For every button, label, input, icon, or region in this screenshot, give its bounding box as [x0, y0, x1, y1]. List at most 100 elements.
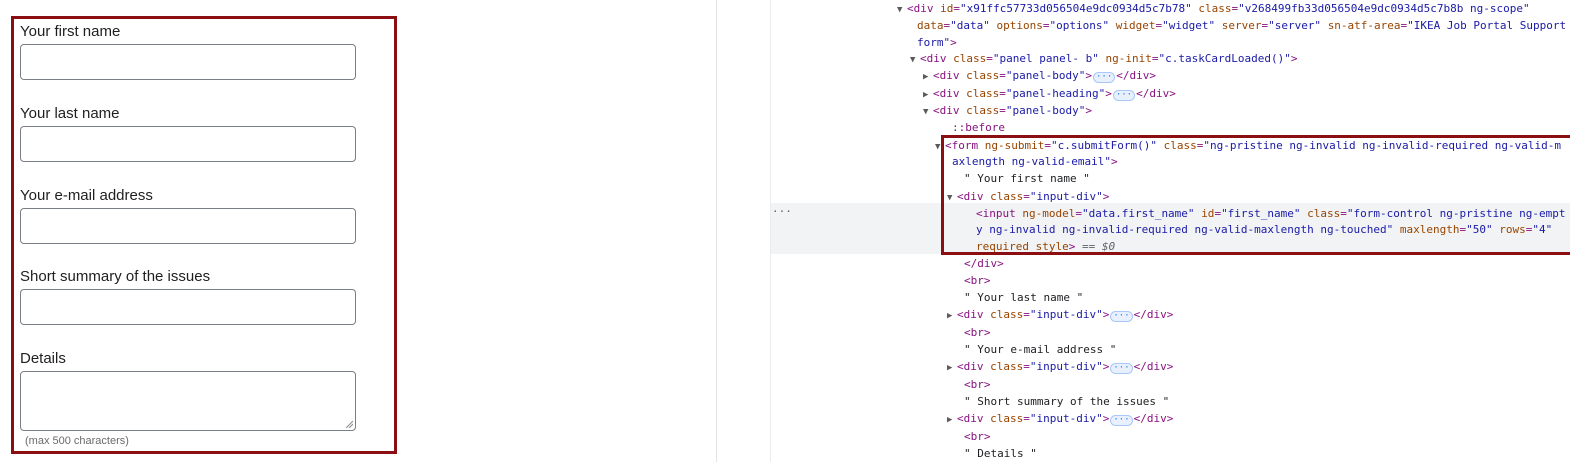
collapsed-ellipsis-icon[interactable]: ···	[1110, 415, 1133, 426]
dom-token: <div	[933, 104, 967, 117]
summary-label: Short summary of the issues	[20, 268, 211, 285]
dom-token: " Your last name "	[964, 291, 1084, 304]
dom-token: <br>	[964, 430, 991, 443]
dom-line[interactable]: <br>	[964, 272, 1570, 289]
dom-token: =	[999, 87, 1006, 100]
dom-token: sn-atf-area	[1327, 19, 1401, 32]
dom-token: =	[953, 2, 960, 15]
dom-token: >	[950, 36, 957, 49]
dom-token: " Your e-mail address "	[964, 343, 1117, 356]
dom-line[interactable]: ▼ <div id="x91ffc57733d056504e9dc0934d5c7…	[897, 0, 1570, 17]
dom-token: " Short summary of the issues "	[964, 395, 1170, 408]
dom-token: "panel-body"	[1005, 104, 1086, 117]
dom-line[interactable]: ▶ <div class="panel-heading"> ··· </div>	[923, 85, 1570, 102]
first-name-label: Your first name	[20, 23, 121, 40]
dom-token: >	[1102, 308, 1110, 321]
dom-line[interactable]: </div>	[964, 255, 1570, 272]
dom-token: </div>	[1136, 87, 1176, 100]
dom-line[interactable]: <br>	[964, 324, 1570, 341]
details-label: Details	[20, 350, 66, 367]
collapse-triangle-icon[interactable]: ▼	[923, 104, 933, 121]
expand-triangle-icon[interactable]: ▶	[947, 308, 957, 325]
last-name-input[interactable]	[20, 126, 356, 162]
dom-token: >	[1105, 87, 1112, 100]
resize-grip-icon[interactable]	[345, 420, 353, 428]
dom-line[interactable]: " Your e-mail address "	[964, 341, 1570, 358]
dom-line[interactable]: form">	[917, 34, 1570, 51]
dom-line[interactable]: ▼ <div class="panel-body">	[923, 102, 1570, 119]
dom-token	[1109, 19, 1116, 32]
dom-token: "c.taskCardLoaded()"	[1158, 52, 1291, 65]
dom-line[interactable]: ▶ <div class="panel-body"> ··· </div>	[923, 67, 1570, 84]
last-name-label: Your last name	[20, 105, 120, 122]
dom-token: <div	[933, 69, 967, 82]
dom-token: =	[1023, 412, 1030, 425]
dom-token: "IKEA Job Portal Support	[1407, 19, 1567, 32]
dom-line[interactable]: " Short summary of the issues "	[964, 393, 1570, 410]
dom-token: "data"	[950, 19, 990, 32]
summary-input[interactable]	[20, 289, 356, 325]
dom-line[interactable]: <br>	[964, 428, 1570, 445]
dom-token: <div	[957, 308, 991, 321]
dom-token	[1321, 19, 1328, 32]
dom-token: <div	[920, 52, 954, 65]
dom-token: ng-init	[1105, 52, 1152, 65]
dom-line[interactable]: " Your last name "	[964, 289, 1570, 306]
expand-triangle-icon[interactable]: ▶	[947, 360, 957, 377]
dom-token: class	[966, 87, 1000, 100]
dom-token: "input-div"	[1029, 308, 1103, 321]
dom-token: "server"	[1268, 19, 1322, 32]
dom-token: "x91ffc57733d056504e9dc0934d5c7b78"	[960, 2, 1192, 15]
expand-triangle-icon[interactable]: ▶	[923, 69, 933, 86]
details-textarea[interactable]	[20, 371, 356, 431]
dom-token: "v268499fb33d056504e9dc0934d5c7b8b ng-sc…	[1238, 2, 1530, 15]
dom-token: <br>	[964, 378, 991, 391]
dom-token: options	[996, 19, 1043, 32]
dom-token: "panel-heading"	[1005, 87, 1106, 100]
dom-token: >	[1085, 69, 1092, 82]
dom-token: "input-div"	[1029, 360, 1103, 373]
dom-line[interactable]: ::before	[952, 119, 1570, 136]
dom-line[interactable]: " Details "	[964, 445, 1570, 462]
dom-token: <br>	[964, 274, 991, 287]
dom-token: =	[986, 52, 993, 65]
collapsed-ellipsis-icon[interactable]: ···	[1110, 311, 1133, 322]
dom-token: "options"	[1049, 19, 1110, 32]
dom-line[interactable]: ▶ <div class="input-div"> ··· </div>	[947, 410, 1570, 427]
dom-token	[1215, 19, 1222, 32]
dom-token: class	[990, 412, 1024, 425]
dom-token: id	[940, 2, 954, 15]
dom-token: form"	[917, 36, 951, 49]
dom-line[interactable]: ▶ <div class="input-div"> ··· </div>	[947, 306, 1570, 323]
first-name-input[interactable]	[20, 44, 356, 80]
dom-token: server	[1221, 19, 1262, 32]
collapsed-ellipsis-icon[interactable]: ···	[1092, 72, 1116, 83]
collapse-triangle-icon[interactable]: ▼	[897, 2, 907, 19]
dom-line[interactable]: ▼ <div class="panel panel- b" ng-init="c.…	[910, 50, 1570, 67]
dom-token: =	[999, 69, 1006, 82]
dom-token: </div>	[964, 257, 1004, 270]
row-menu-icon[interactable]: ···	[772, 203, 792, 220]
dom-line[interactable]: ▶ <div class="input-div"> ··· </div>	[947, 358, 1570, 375]
dom-token: </div>	[1133, 308, 1174, 321]
dom-token: ::before	[952, 121, 1005, 134]
dom-line[interactable]: <br>	[964, 376, 1570, 393]
selected-node-highlight	[941, 135, 1570, 255]
dom-token: "input-div"	[1029, 412, 1103, 425]
collapsed-ellipsis-icon[interactable]: ···	[1112, 90, 1136, 101]
dom-token: data	[917, 19, 944, 32]
collapsed-ellipsis-icon[interactable]: ···	[1110, 363, 1133, 374]
dom-token: >	[1102, 412, 1110, 425]
dom-token: </div>	[1133, 360, 1174, 373]
dom-token: =	[999, 104, 1006, 117]
email-input[interactable]	[20, 208, 356, 244]
expand-triangle-icon[interactable]: ▶	[947, 412, 957, 429]
dom-token: >	[1085, 104, 1092, 117]
collapse-triangle-icon[interactable]: ▼	[910, 52, 920, 69]
dom-token: " Details "	[964, 447, 1037, 460]
dom-line[interactable]: data="data" options="options" widget="wi…	[917, 17, 1570, 34]
dom-token: >	[1290, 52, 1298, 65]
dom-token: <div	[957, 412, 991, 425]
dom-token: widget	[1115, 19, 1156, 32]
dom-token: class	[953, 52, 987, 65]
